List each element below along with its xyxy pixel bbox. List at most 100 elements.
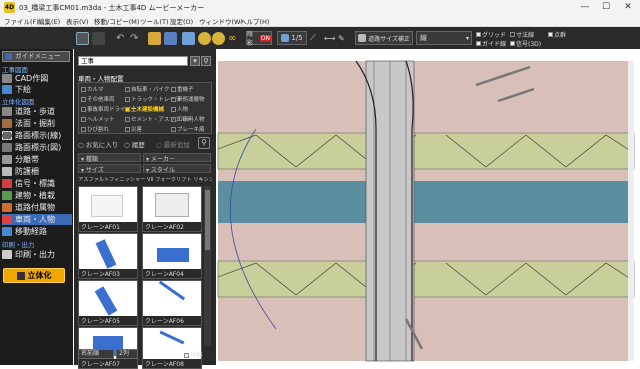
menu-help[interactable]: ヘルプ(H) bbox=[240, 16, 269, 26]
category-item[interactable]: 自転車・バイク bbox=[125, 85, 169, 93]
scale-select[interactable]: 1/5 bbox=[277, 31, 307, 45]
menu-settings[interactable]: 設定(O) bbox=[170, 16, 193, 26]
menu-edit[interactable]: 編集(E) bbox=[38, 16, 60, 26]
category-item[interactable]: 重機子 bbox=[171, 85, 194, 93]
point-cloud-toggle[interactable]: 点群 bbox=[548, 30, 566, 39]
search-button[interactable]: ⚲ bbox=[201, 56, 211, 66]
zoom-in-button[interactable] bbox=[198, 31, 211, 45]
sidebar-item-slope[interactable]: 法面・掘削 bbox=[2, 118, 72, 129]
category-item[interactable]: その他車両 bbox=[81, 95, 115, 103]
road-size-correction-button[interactable]: 道路サイズ補正 bbox=[355, 31, 413, 45]
thumb-crane-af05[interactable]: クレーンAF05 bbox=[78, 280, 138, 326]
category-checkbox[interactable] bbox=[171, 97, 176, 102]
grid-checkbox[interactable] bbox=[476, 31, 481, 37]
recent-filter[interactable]: ○ 最新追加 bbox=[156, 139, 190, 149]
thumb-crane-af04[interactable]: クレーンAF04 bbox=[142, 233, 202, 279]
guide-toggle[interactable]: ガイド線 bbox=[476, 39, 506, 48]
close-button[interactable]: ✕ bbox=[620, 1, 636, 13]
category-checkbox[interactable] bbox=[125, 127, 130, 132]
category-item[interactable]: 災害 bbox=[125, 125, 142, 133]
category-item[interactable]: カルマ bbox=[81, 85, 104, 93]
thumb-crane-af08[interactable]: クレーンAF08 bbox=[142, 327, 202, 369]
thumb-scrollbar[interactable] bbox=[204, 186, 211, 346]
size-sort[interactable]: ▾ サイズ bbox=[78, 164, 141, 174]
vertex-checkbox[interactable] bbox=[548, 31, 553, 37]
detail-checkbox[interactable] bbox=[184, 353, 189, 358]
dim-checkbox[interactable] bbox=[510, 31, 515, 37]
category-item[interactable]: 人物 bbox=[171, 105, 188, 113]
category-checkbox[interactable] bbox=[125, 97, 130, 102]
thumb-crane-af03[interactable]: クレーンAF03 bbox=[78, 233, 138, 279]
category-checkbox[interactable] bbox=[125, 117, 130, 122]
scroll-thumb[interactable] bbox=[205, 190, 210, 250]
line-style-select[interactable]: 線 ▾ bbox=[416, 31, 472, 45]
category-checkbox[interactable] bbox=[171, 87, 176, 92]
type-sort[interactable]: ▾ 種類 bbox=[78, 153, 141, 163]
open-file-button[interactable] bbox=[148, 31, 161, 45]
detail-toggle[interactable]: 詳細 bbox=[184, 350, 202, 359]
sidebar-item-path[interactable]: 移動経路 bbox=[2, 226, 72, 237]
category-item[interactable]: ひび割れ bbox=[81, 125, 109, 133]
sort-name-select[interactable]: 名前順 bbox=[78, 349, 114, 359]
category-checkbox[interactable] bbox=[125, 87, 130, 92]
sidebar-item-print[interactable]: 印刷・出力 bbox=[2, 249, 72, 260]
category-item[interactable]: ブレーキ痕 bbox=[171, 125, 205, 133]
category-item[interactable]: 工事用人物 bbox=[171, 115, 205, 123]
thumb-crane-af07[interactable]: クレーンAF07 bbox=[78, 327, 138, 369]
sidebar-item-cad[interactable]: CAD作図 bbox=[2, 73, 72, 84]
minimize-button[interactable]: — bbox=[577, 1, 593, 13]
thumb-crane-af06[interactable]: クレーンAF06 bbox=[142, 280, 202, 326]
category-item[interactable]: ヘルメット bbox=[81, 115, 115, 123]
sidebar-item-signal[interactable]: 信号・標識 bbox=[2, 178, 72, 189]
zoom-search-button[interactable]: ⚲ bbox=[198, 137, 210, 149]
category-checkbox[interactable] bbox=[171, 117, 176, 122]
guide-menu-button[interactable]: ガイドメニュー bbox=[2, 51, 70, 62]
category-checkbox[interactable] bbox=[171, 107, 176, 112]
select-tool-button[interactable] bbox=[76, 31, 89, 45]
sidebar-item-median[interactable]: 分離帯 bbox=[2, 154, 72, 165]
menu-file[interactable]: ファイル(F) bbox=[4, 16, 39, 26]
category-checkbox[interactable] bbox=[81, 87, 86, 92]
category-checkbox[interactable] bbox=[125, 107, 130, 112]
category-checkbox[interactable] bbox=[81, 117, 86, 122]
sidebar-item-underlay[interactable]: 下絵 bbox=[2, 84, 72, 95]
save-button[interactable] bbox=[164, 31, 177, 45]
category-checkbox[interactable] bbox=[171, 127, 176, 132]
build-3d-button[interactable]: 立体化 bbox=[3, 268, 65, 283]
sidebar-item-guardrail[interactable]: 防護柵 bbox=[2, 166, 72, 177]
sidebar-item-marking-line[interactable]: 路面標示(線) bbox=[2, 130, 72, 141]
grid-toggle[interactable]: グリッド bbox=[476, 30, 506, 39]
dimension-line-toggle[interactable]: 寸法線 bbox=[510, 30, 534, 39]
drawing-canvas[interactable] bbox=[216, 49, 640, 365]
sidebar-item-vehicle[interactable]: 車両・人物 bbox=[2, 214, 72, 225]
thumb-crane-af02[interactable]: クレーンAF02 bbox=[142, 186, 202, 232]
menu-window[interactable]: ウィンドウ(W) bbox=[199, 16, 243, 26]
undo-button[interactable]: ↶ bbox=[116, 31, 124, 45]
category-checkbox[interactable] bbox=[81, 107, 86, 112]
sidebar-item-building[interactable]: 建物・植栽 bbox=[2, 190, 72, 201]
shade-toggle[interactable]: 陰影 ON bbox=[246, 31, 272, 47]
maximize-button[interactable]: ☐ bbox=[598, 1, 614, 13]
category-item[interactable]: 車両運搬物 bbox=[171, 95, 205, 103]
column-select[interactable]: 2列 bbox=[116, 349, 138, 359]
sidebar-item-road[interactable]: 道路・歩道 bbox=[2, 106, 72, 117]
style-sort[interactable]: ▾ スタイル bbox=[143, 164, 211, 174]
category-item-active[interactable]: 土木建設機械 bbox=[125, 105, 164, 113]
sidebar-item-marking-figure[interactable]: 路面標示(図) bbox=[2, 142, 72, 153]
search-dropdown-button[interactable]: ▾ bbox=[190, 56, 200, 66]
menu-move-copy[interactable]: 移動/コピー(M) bbox=[94, 16, 139, 26]
thumb-crane-af01[interactable]: クレーンAF01 bbox=[78, 186, 138, 232]
signal-3d-toggle[interactable]: 信号(3D) bbox=[510, 39, 541, 48]
zoom-out-button[interactable] bbox=[212, 31, 225, 45]
history-filter[interactable]: ○ 履歴 bbox=[124, 139, 145, 149]
search-input[interactable]: 工事 bbox=[78, 56, 188, 66]
walk-through-button[interactable]: ∞ bbox=[228, 31, 236, 45]
menu-tools[interactable]: ツール(T) bbox=[140, 16, 169, 26]
pen-button[interactable]: ✎ bbox=[338, 31, 345, 45]
fit-view-button[interactable] bbox=[182, 31, 195, 45]
redo-button[interactable]: ↷ bbox=[130, 31, 138, 45]
menu-view[interactable]: 表示(V) bbox=[66, 16, 89, 26]
maker-sort[interactable]: ▾ メーカー bbox=[143, 153, 211, 163]
favorites-filter[interactable]: ○ お気に入り bbox=[78, 139, 118, 149]
measure-button[interactable]: ⟋ bbox=[310, 31, 316, 45]
